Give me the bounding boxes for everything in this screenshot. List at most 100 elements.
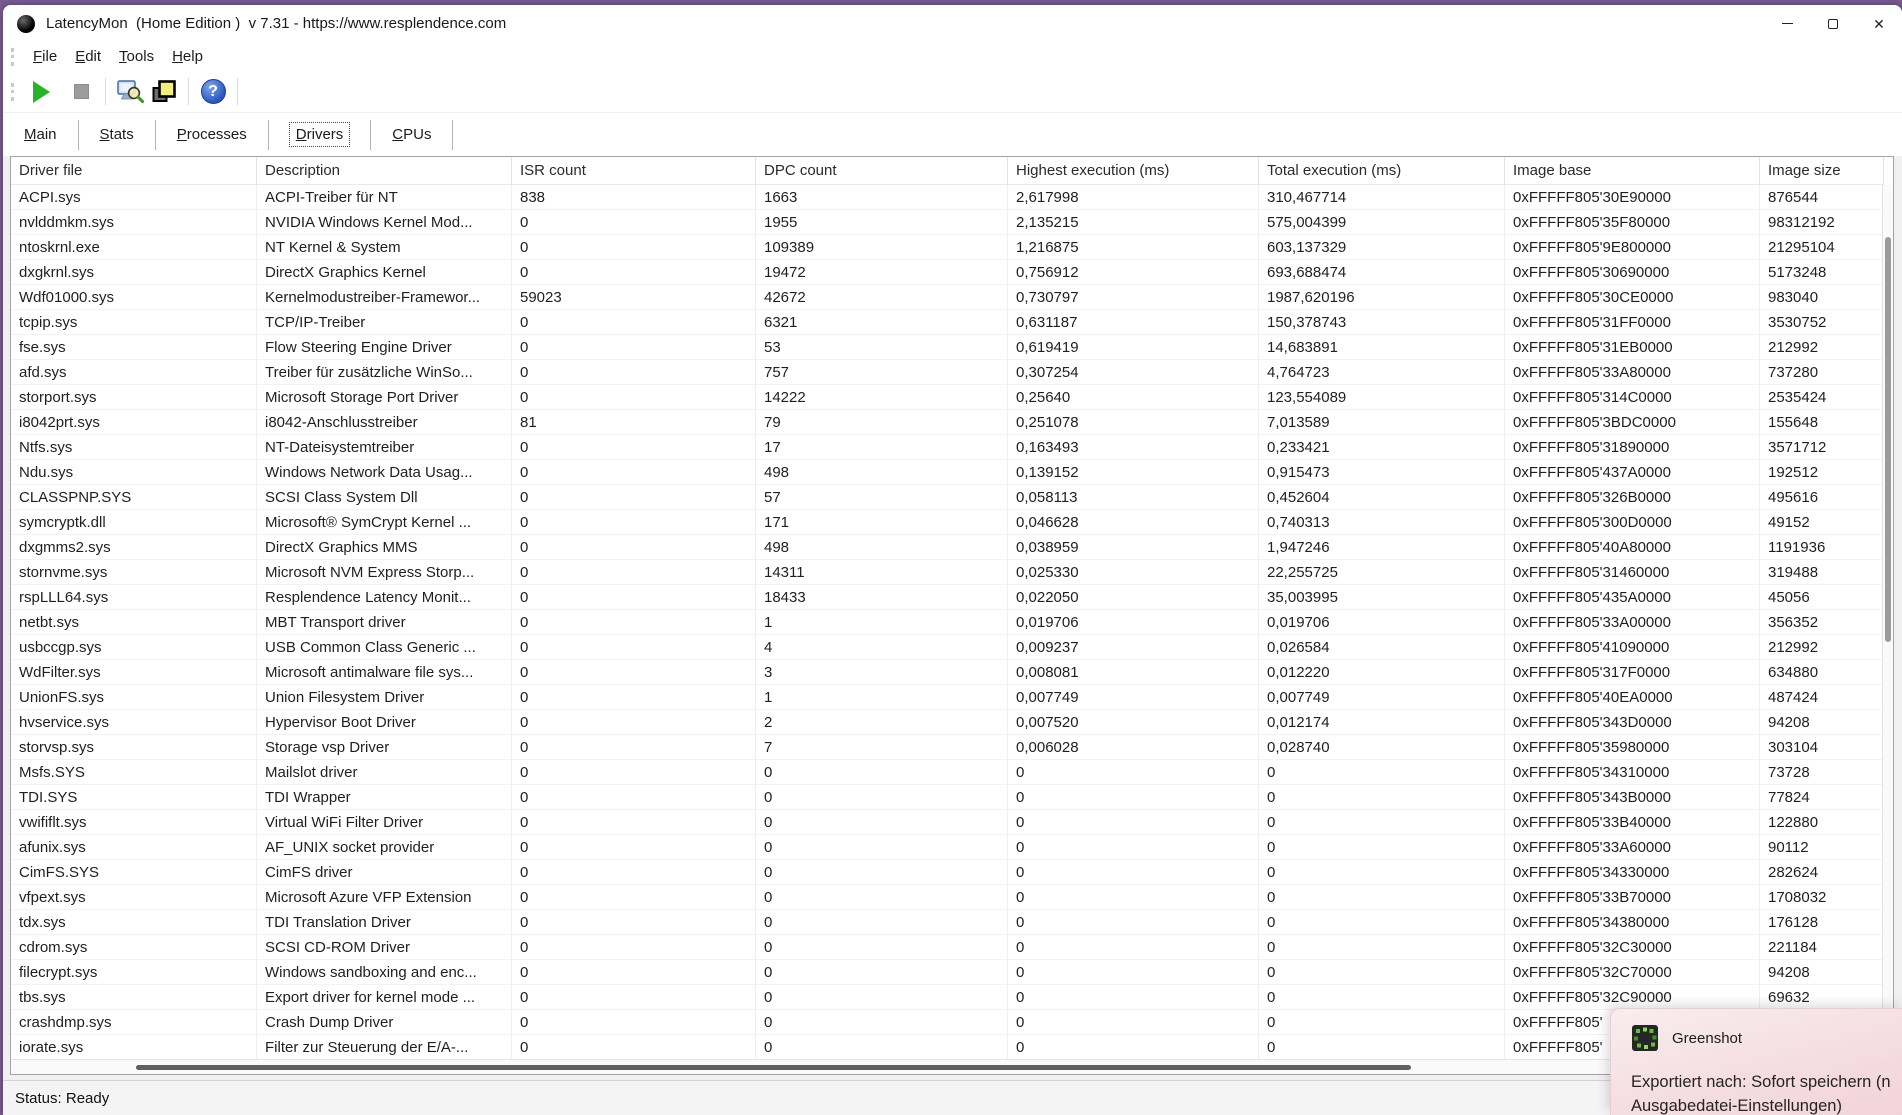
column-header-driver_file[interactable]: Driver file	[11, 157, 257, 185]
table-row[interactable]: vfpext.sysMicrosoft Azure VFP Extension0…	[11, 885, 1884, 910]
table-cell: 0	[756, 760, 1008, 785]
table-cell: afunix.sys	[11, 835, 257, 860]
stacked-windows-icon	[151, 79, 177, 105]
column-header-dpc_count[interactable]: DPC count	[756, 157, 1008, 185]
table-cell: 319488	[1760, 560, 1884, 585]
tab-drivers[interactable]: Drivers	[269, 120, 372, 150]
latencymon-app-icon[interactable]	[17, 15, 35, 33]
table-row[interactable]: fse.sysFlow Steering Engine Driver0530,6…	[11, 335, 1884, 360]
table-row[interactable]: crashdmp.sysCrash Dump Driver00000xFFFFF…	[11, 1010, 1884, 1035]
table-cell: 123,554089	[1259, 385, 1505, 410]
tab-processes[interactable]: Processes	[156, 120, 269, 150]
table-row[interactable]: Wdf01000.sysKernelmodustreiber-Framewor.…	[11, 285, 1884, 310]
table-row[interactable]: storvsp.sysStorage vsp Driver070,0060280…	[11, 735, 1884, 760]
vertical-scrollbar[interactable]	[1882, 185, 1893, 1059]
table-row[interactable]: hvservice.sysHypervisor Boot Driver020,0…	[11, 710, 1884, 735]
toolbar-gripper[interactable]	[11, 83, 15, 101]
table-row[interactable]: netbt.sysMBT Transport driver010,0197060…	[11, 610, 1884, 635]
table-row[interactable]: symcryptk.dllMicrosoft® SymCrypt Kernel …	[11, 510, 1884, 535]
menu-item-file[interactable]: File	[24, 45, 66, 68]
menu-item-edit[interactable]: Edit	[66, 45, 110, 68]
tab-cpus[interactable]: CPUs	[371, 120, 453, 150]
table-cell: 17	[756, 435, 1008, 460]
help-button[interactable]: ?	[196, 76, 230, 108]
table-row[interactable]: filecrypt.sysWindows sandboxing and enc.…	[11, 960, 1884, 985]
column-header-isr_count[interactable]: ISR count	[512, 157, 756, 185]
tab-stats[interactable]: Stats	[79, 120, 156, 150]
start-monitor-button[interactable]	[24, 76, 58, 108]
table-cell: 0xFFFFF805'3BDC0000	[1505, 410, 1760, 435]
table-row[interactable]: Ndu.sysWindows Network Data Usag...04980…	[11, 460, 1884, 485]
table-cell: 0	[512, 885, 756, 910]
table-row[interactable]: dxgkrnl.sysDirectX Graphics Kernel019472…	[11, 260, 1884, 285]
close-button[interactable]: ✕	[1856, 5, 1902, 42]
table-cell: 0	[512, 610, 756, 635]
table-cell: 0	[512, 960, 756, 985]
table-cell: 487424	[1760, 685, 1884, 710]
table-row[interactable]: iorate.sysFilter zur Steuerung der E/A-.…	[11, 1035, 1884, 1060]
table-cell: 0xFFFFF805'343D0000	[1505, 710, 1760, 735]
table-row[interactable]: vwififlt.sysVirtual WiFi Filter Driver00…	[11, 810, 1884, 835]
menubar-gripper[interactable]	[11, 48, 15, 66]
table-cell: 94208	[1760, 710, 1884, 735]
table-row[interactable]: ACPI.sysACPI-Treiber für NT83816632,6179…	[11, 185, 1884, 210]
table-cell: 53	[756, 335, 1008, 360]
table-cell: 876544	[1760, 185, 1884, 210]
table-row[interactable]: afd.sysTreiber für zusätzliche WinSo...0…	[11, 360, 1884, 385]
table-cell: SCSI Class System Dll	[257, 485, 512, 510]
table-row[interactable]: nvlddmkm.sysNVIDIA Windows Kernel Mod...…	[11, 210, 1884, 235]
table-cell: 3530752	[1760, 310, 1884, 335]
column-header-total_execution_ms[interactable]: Total execution (ms)	[1259, 157, 1505, 185]
menu-item-tools[interactable]: Tools	[110, 45, 163, 68]
table-row[interactable]: Ntfs.sysNT-Dateisystemtreiber0170,163493…	[11, 435, 1884, 460]
table-row[interactable]: usbccgp.sysUSB Common Class Generic ...0…	[11, 635, 1884, 660]
vertical-scrollbar-thumb[interactable]	[1885, 237, 1891, 642]
table-row[interactable]: storport.sysMicrosoft Storage Port Drive…	[11, 385, 1884, 410]
toast-message-line-2: Ausgabedatei-Einstellungen)	[1631, 1097, 1842, 1115]
table-row[interactable]: tcpip.sysTCP/IP-Treiber063210,631187150,…	[11, 310, 1884, 335]
table-cell: nvlddmkm.sys	[11, 210, 257, 235]
table-cell: 0	[1008, 835, 1259, 860]
column-header-highest_execution_ms[interactable]: Highest execution (ms)	[1008, 157, 1259, 185]
table-cell: 0	[756, 935, 1008, 960]
greenshot-notification[interactable]: Greenshot Exportiert nach: Sofort speich…	[1610, 1008, 1902, 1115]
table-row[interactable]: afunix.sysAF_UNIX socket provider00000xF…	[11, 835, 1884, 860]
table-row[interactable]: ntoskrnl.exeNT Kernel & System01093891,2…	[11, 235, 1884, 260]
table-row[interactable]: cdrom.sysSCSI CD-ROM Driver00000xFFFFF80…	[11, 935, 1884, 960]
column-header-image_size[interactable]: Image size	[1760, 157, 1884, 185]
table-cell: 176128	[1760, 910, 1884, 935]
table-cell: 0	[512, 460, 756, 485]
menu-item-help[interactable]: Help	[163, 45, 212, 68]
table-row[interactable]: stornvme.sysMicrosoft NVM Express Storp.…	[11, 560, 1884, 585]
table-row[interactable]: CLASSPNP.SYSSCSI Class System Dll0570,05…	[11, 485, 1884, 510]
table-cell: 0	[512, 835, 756, 860]
table-row[interactable]: tdx.sysTDI Translation Driver00000xFFFFF…	[11, 910, 1884, 935]
table-cell: 0,058113	[1008, 485, 1259, 510]
table-row[interactable]: Msfs.SYSMailslot driver00000xFFFFF805'34…	[11, 760, 1884, 785]
table-row[interactable]: i8042prt.sysi8042-Anschlusstreiber81790,…	[11, 410, 1884, 435]
maximize-button[interactable]	[1810, 5, 1856, 42]
table-row[interactable]: dxgmms2.sysDirectX Graphics MMS04980,038…	[11, 535, 1884, 560]
table-row[interactable]: tbs.sysExport driver for kernel mode ...…	[11, 985, 1884, 1010]
table-cell: 0	[1008, 1035, 1259, 1060]
table-row[interactable]: TDI.SYSTDI Wrapper00000xFFFFF805'343B000…	[11, 785, 1884, 810]
analyze-system-button[interactable]	[113, 76, 147, 108]
table-cell: 35,003995	[1259, 585, 1505, 610]
column-header-description[interactable]: Description	[257, 157, 512, 185]
table-cell: 0	[1008, 860, 1259, 885]
column-header-image_base[interactable]: Image base	[1505, 157, 1760, 185]
table-cell: 0,915473	[1259, 460, 1505, 485]
horizontal-scrollbar-thumb[interactable]	[136, 1065, 1411, 1070]
table-cell: symcryptk.dll	[11, 510, 257, 535]
table-cell: Flow Steering Engine Driver	[257, 335, 512, 360]
stop-monitor-button[interactable]	[64, 76, 98, 108]
table-cell: 0xFFFFF805'35F80000	[1505, 210, 1760, 235]
table-row[interactable]: WdFilter.sysMicrosoft antimalware file s…	[11, 660, 1884, 685]
tab-main[interactable]: Main	[3, 120, 79, 150]
table-row[interactable]: CimFS.SYSCimFS driver00000xFFFFF805'3433…	[11, 860, 1884, 885]
minimize-button[interactable]	[1764, 5, 1810, 42]
table-cell: dxgkrnl.sys	[11, 260, 257, 285]
table-row[interactable]: rspLLL64.sysResplendence Latency Monit..…	[11, 585, 1884, 610]
table-row[interactable]: UnionFS.sysUnion Filesystem Driver010,00…	[11, 685, 1884, 710]
stacked-windows-button[interactable]	[147, 76, 181, 108]
